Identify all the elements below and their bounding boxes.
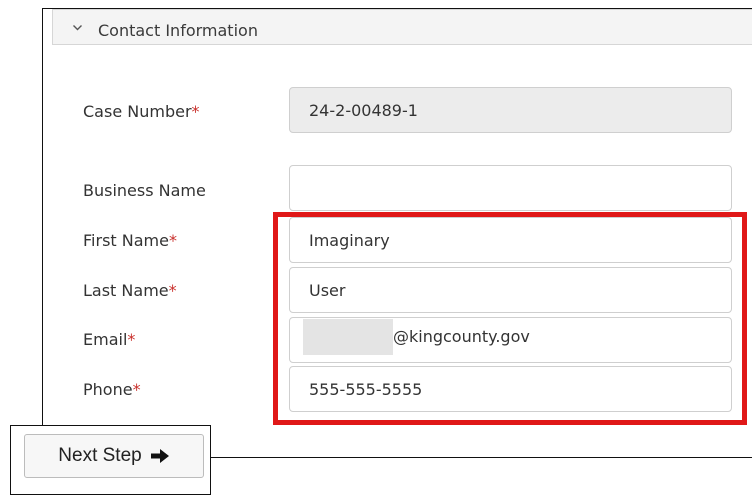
redacted-email-prefix [303, 319, 393, 355]
phone-label: Phone* [83, 380, 141, 399]
business-name-label: Business Name [83, 181, 206, 200]
business-name-field[interactable] [289, 165, 732, 211]
required-marker: * [168, 281, 177, 300]
email-domain-text: @kingcounty.gov [393, 327, 530, 346]
first-name-label: First Name* [83, 231, 177, 250]
last-name-label: Last Name* [83, 281, 177, 300]
case-number-label: Case Number* [83, 102, 200, 121]
required-marker: * [132, 380, 141, 399]
email-label: Email* [83, 330, 136, 349]
phone-field[interactable] [289, 366, 732, 412]
first-name-field[interactable] [289, 217, 732, 263]
next-step-button[interactable]: Next Step [24, 434, 204, 478]
arrow-right-icon [150, 449, 169, 463]
case-number-field [289, 87, 732, 133]
section-title[interactable]: Contact Information [98, 21, 258, 40]
last-name-field[interactable] [289, 267, 732, 313]
chevron-down-icon[interactable] [72, 22, 83, 33]
required-marker: * [127, 330, 136, 349]
next-step-label: Next Step [58, 445, 142, 466]
required-marker: * [191, 102, 200, 121]
required-marker: * [168, 231, 177, 250]
